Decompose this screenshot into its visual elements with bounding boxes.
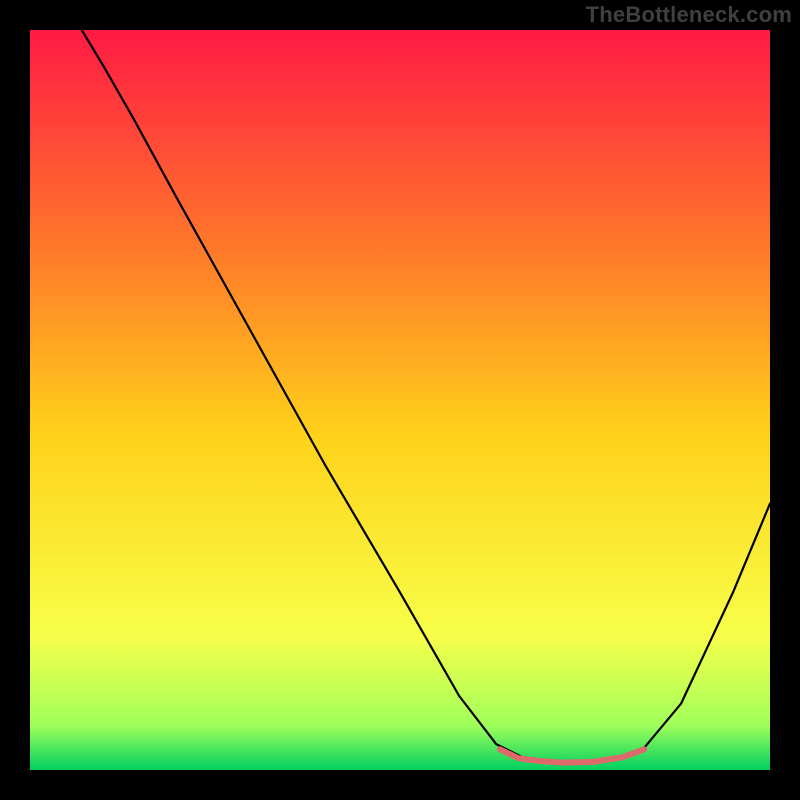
plot-background	[30, 30, 770, 770]
chart-frame: TheBottleneck.com	[0, 0, 800, 800]
watermark-text: TheBottleneck.com	[586, 2, 792, 28]
bottleneck-chart	[0, 0, 800, 800]
